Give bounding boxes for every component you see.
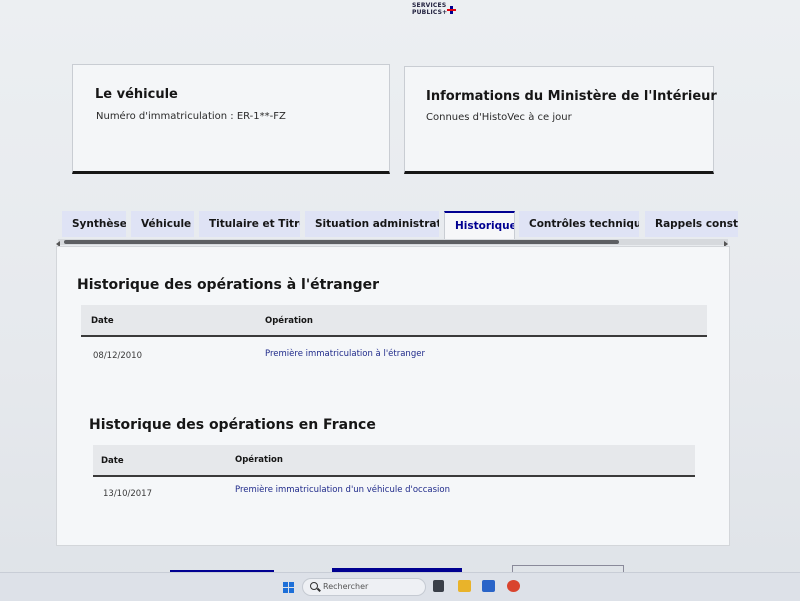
file-explorer-icon[interactable] bbox=[458, 580, 471, 592]
ministry-info-card: Informations du Ministère de l'Intérieur… bbox=[404, 66, 717, 174]
tab-vehicule[interactable]: Véhicule bbox=[131, 211, 194, 237]
abroad-col-operation: Opération bbox=[265, 316, 313, 326]
services-publics-logo[interactable]: SERVICES PUBLICS+ bbox=[412, 2, 456, 16]
search-placeholder: Rechercher bbox=[323, 582, 369, 591]
tab-controles-techniques[interactable]: Contrôles techniques bbox=[519, 211, 639, 237]
logo-line1: SERVICES bbox=[412, 2, 447, 9]
tab-titulaire-titre[interactable]: Titulaire et Titre bbox=[199, 211, 300, 237]
abroad-table-header: Date Opération bbox=[81, 305, 707, 337]
store-icon[interactable] bbox=[482, 580, 495, 592]
abroad-col-date: Date bbox=[91, 316, 114, 326]
task-view-icon[interactable] bbox=[433, 580, 444, 592]
tab-scrollbar[interactable] bbox=[58, 239, 728, 245]
windows-taskbar: Rechercher bbox=[0, 572, 800, 601]
france-col-operation: Opération bbox=[235, 455, 283, 465]
france-table-header: Date Opération bbox=[93, 445, 695, 477]
france-row-operation: Première immatriculation d'un véhicule d… bbox=[235, 485, 450, 495]
tab-scrollbar-thumb[interactable] bbox=[64, 240, 619, 244]
vehicle-card-title: Le véhicule bbox=[95, 87, 178, 102]
history-panel: Historique des opérations à l'étranger D… bbox=[56, 246, 730, 546]
windows-start-icon[interactable] bbox=[283, 582, 295, 594]
france-col-date: Date bbox=[101, 456, 124, 466]
tab-historique[interactable]: Historique bbox=[444, 211, 515, 239]
abroad-row-operation: Première immatriculation à l'étranger bbox=[265, 349, 425, 359]
tab-rappels-constructeur[interactable]: Rappels constructeur bbox=[645, 211, 738, 237]
logo-line2: PUBLICS+ bbox=[412, 9, 448, 16]
vehicle-card: Le véhicule Numéro d'immatriculation : E… bbox=[72, 64, 390, 174]
france-section-title: Historique des opérations en France bbox=[89, 417, 376, 433]
logo-cross-icon bbox=[447, 6, 457, 14]
ministry-card-subtitle: Connues d'HistoVec à ce jour bbox=[426, 112, 572, 123]
ministry-card-title: Informations du Ministère de l'Intérieur bbox=[426, 89, 717, 104]
tab-bar: Synthèse Véhicule Titulaire et Titre Sit… bbox=[58, 211, 738, 239]
france-row-date: 13/10/2017 bbox=[103, 489, 152, 499]
abroad-section-title: Historique des opérations à l'étranger bbox=[77, 277, 380, 293]
chrome-icon[interactable] bbox=[507, 580, 520, 592]
abroad-row-date: 08/12/2010 bbox=[93, 351, 142, 361]
tab-situation-administrative[interactable]: Situation administrative bbox=[305, 211, 439, 237]
taskbar-search-input[interactable]: Rechercher bbox=[302, 578, 426, 596]
page: SERVICES PUBLICS+ Le véhicule Numéro d'i… bbox=[0, 0, 800, 601]
tab-synthese[interactable]: Synthèse bbox=[62, 211, 126, 237]
plate-number-text: Numéro d'immatriculation : ER-1**-FZ bbox=[96, 111, 286, 122]
search-icon bbox=[310, 582, 318, 590]
